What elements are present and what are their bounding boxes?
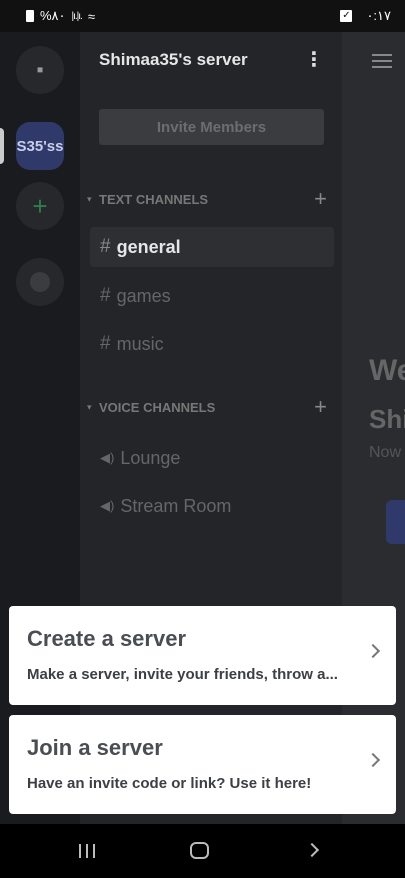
home-button[interactable] <box>190 842 209 859</box>
category-label: TEXT CHANNELS <box>99 191 209 207</box>
channel-list: Shimaa35's server ⋮ Invite Members ▾ TEX… <box>80 32 342 824</box>
channel-general[interactable]: # general <box>90 227 334 267</box>
app-background: ▪ S35'ss + Shimaa35's server ⋮ Invite Me… <box>0 32 405 824</box>
status-left: %۸۰ |ı.|ı. ≈ <box>26 8 95 24</box>
channel-music[interactable]: # music <box>90 324 334 364</box>
add-server-button[interactable]: + <box>16 182 64 230</box>
hamburger-menu-icon[interactable] <box>372 54 392 68</box>
status-bar: %۸۰ |ı.|ı. ≈ ✓ ۰:۱۷ <box>0 0 405 32</box>
back-button[interactable] <box>304 842 320 858</box>
compass-icon <box>30 272 50 292</box>
add-voice-channel-icon[interactable]: + <box>314 394 327 420</box>
recent-apps-button[interactable] <box>79 844 95 858</box>
navigation-bar <box>0 824 405 878</box>
chevron-down-icon: ▾ <box>87 401 92 412</box>
server-icon-button[interactable]: S35'ss <box>16 122 64 170</box>
notification-check-icon: ✓ <box>340 10 353 22</box>
invite-members-button[interactable]: Invite Members <box>99 109 324 145</box>
option-description: Have an invite code or link? Use it here… <box>27 775 312 792</box>
category-label: VOICE CHANNELS <box>99 399 216 415</box>
welcome-heading: We <box>369 354 405 387</box>
chevron-down-icon: ▾ <box>87 193 92 204</box>
channel-label: Lounge <box>120 447 181 468</box>
option-description: Make a server, invite your friends, thro… <box>27 666 338 683</box>
plus-icon: + <box>32 190 48 221</box>
voice-channel-stream-room[interactable]: ◀) Stream Room <box>90 486 334 526</box>
channel-games[interactable]: # games <box>90 276 334 316</box>
welcome-action-card[interactable] <box>386 500 405 544</box>
join-server-option[interactable]: Join a server Have an invite code or lin… <box>9 715 396 814</box>
speaker-icon: ◀) <box>100 450 115 465</box>
channel-label: general <box>116 236 181 257</box>
battery-icon <box>26 10 34 22</box>
speaker-icon: ◀) <box>100 498 115 513</box>
signal-icon: |ı.|ı. <box>71 10 83 22</box>
voice-channel-lounge[interactable]: ◀) Lounge <box>90 438 334 478</box>
text-channels-category[interactable]: ▾ TEXT CHANNELS + <box>87 186 327 212</box>
hash-icon: # <box>100 285 111 306</box>
more-options-icon[interactable]: ⋮ <box>304 50 324 70</box>
battery-percent: %۸۰ <box>40 8 66 23</box>
add-text-channel-icon[interactable]: + <box>314 186 327 212</box>
welcome-subtext: Now <box>369 444 402 461</box>
hash-icon: # <box>100 333 111 354</box>
channel-label: games <box>116 285 171 306</box>
option-title: Create a server <box>27 626 187 651</box>
hash-icon: # <box>100 236 111 257</box>
server-rail: ▪ S35'ss + <box>0 32 80 824</box>
channel-label: Stream Room <box>120 495 232 516</box>
explore-servers-button[interactable] <box>16 258 64 306</box>
channel-label: music <box>116 333 164 354</box>
chat-bubble-icon: ▪ <box>36 58 44 81</box>
server-name[interactable]: Shimaa35's server <box>99 50 248 70</box>
wifi-icon: ≈ <box>87 8 95 24</box>
voice-channels-category[interactable]: ▾ VOICE CHANNELS + <box>87 394 327 420</box>
welcome-server-name: Shi <box>369 404 405 434</box>
create-server-option[interactable]: Create a server Make a server, invite yo… <box>9 606 396 705</box>
clock: ۰:۱۷ <box>366 8 391 23</box>
direct-messages-button[interactable]: ▪ <box>16 46 64 94</box>
selected-indicator <box>0 128 4 164</box>
option-title: Join a server <box>27 735 163 760</box>
status-right: ✓ ۰:۱۷ <box>340 8 391 24</box>
main-content-peek: We Shi Now <box>342 32 405 824</box>
